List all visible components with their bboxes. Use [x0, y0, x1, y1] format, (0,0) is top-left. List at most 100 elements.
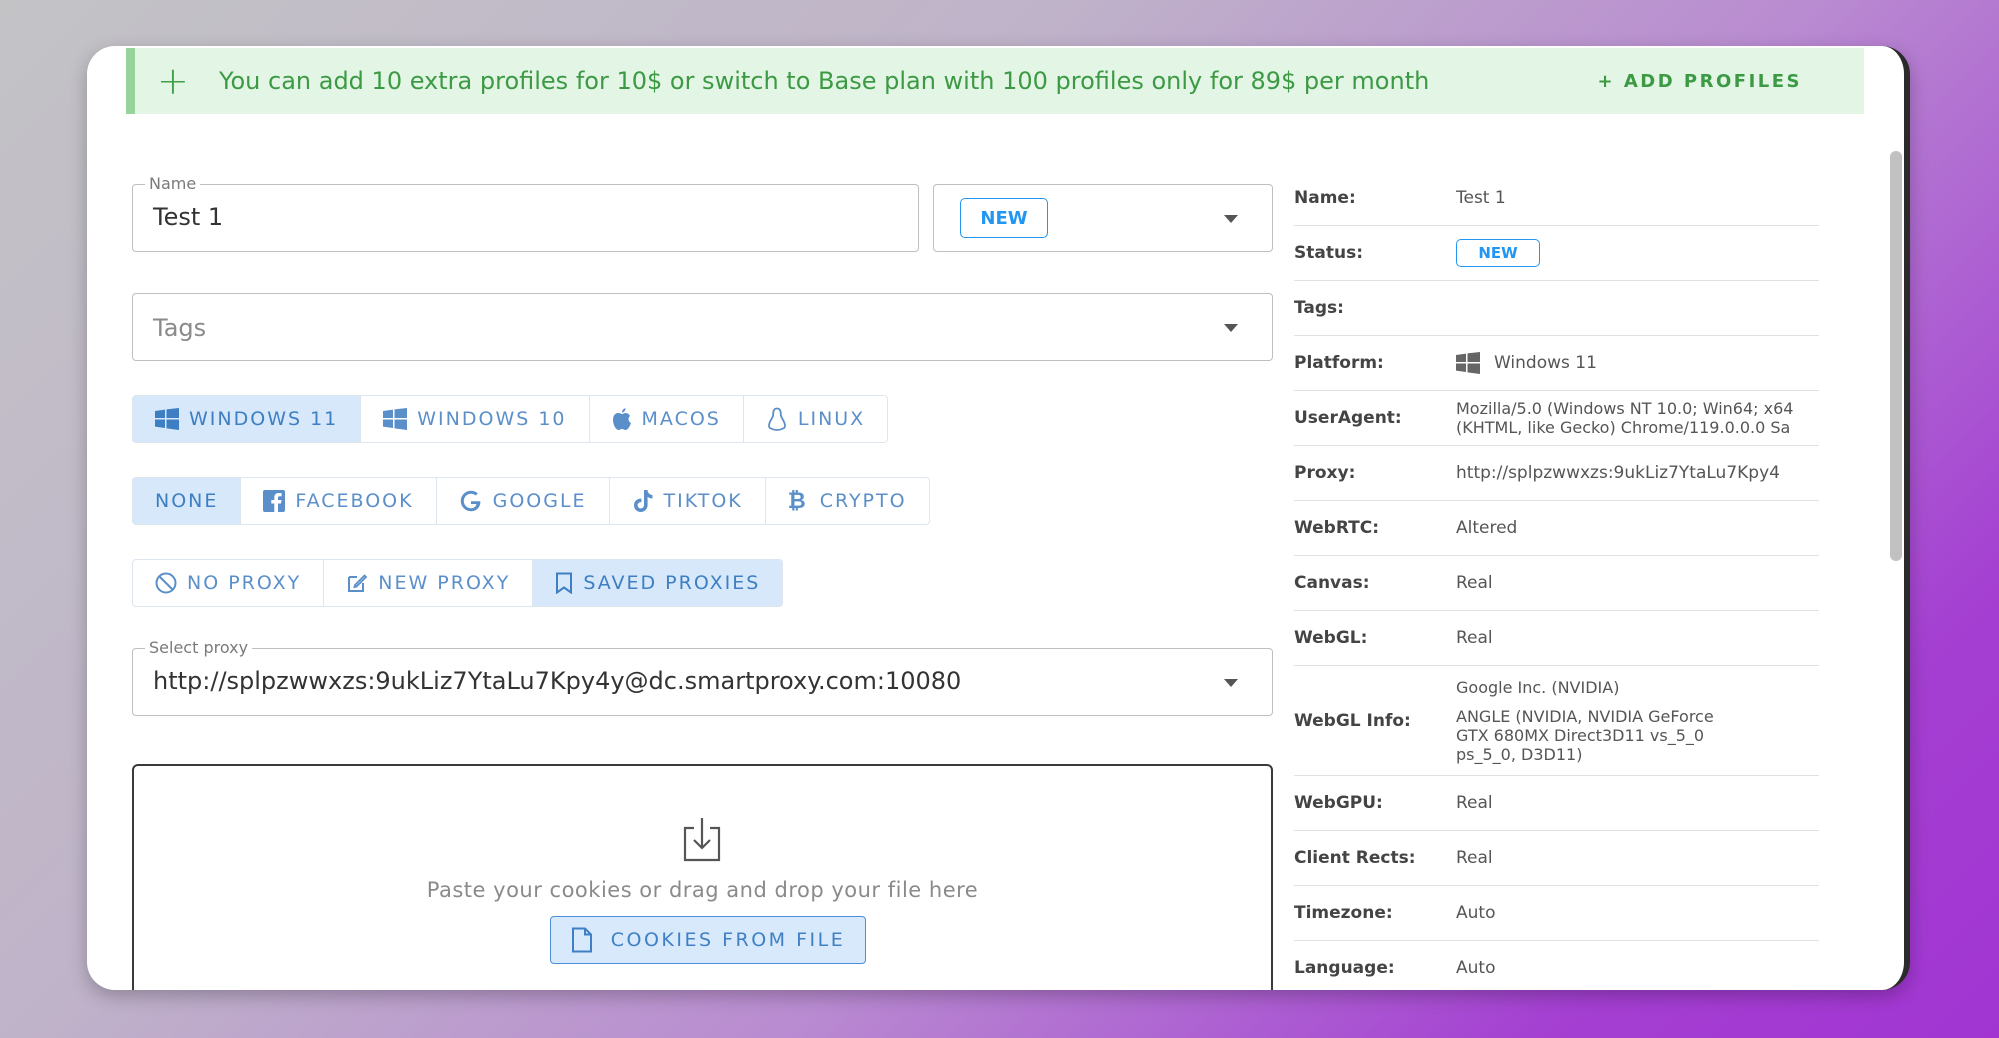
- os-option-label: LINUX: [797, 408, 866, 430]
- info-key: WebGL:: [1294, 628, 1368, 648]
- proxy-option-new[interactable]: NEW PROXY: [324, 560, 534, 606]
- info-row-proxy: Proxy: http://splpzwwxzs:9ukLiz7YtaLu7Kp…: [1294, 446, 1819, 501]
- facebook-icon: [263, 490, 286, 512]
- proxy-toggle-group: NO PROXY NEW PROXY SAVED PROXIES: [132, 559, 784, 607]
- no-entry-icon: [155, 572, 177, 594]
- google-icon: [460, 490, 480, 512]
- cookies-from-file-button[interactable]: COOKIES FROM FILE: [550, 916, 866, 964]
- info-value: Auto: [1456, 958, 1496, 978]
- os-option-macos[interactable]: MACOS: [590, 396, 744, 442]
- template-option-label: FACEBOOK: [295, 490, 414, 512]
- info-value: Google Inc. (NVIDIA): [1456, 677, 1620, 697]
- status-badge: NEW: [960, 198, 1048, 238]
- template-option-google[interactable]: GOOGLE: [437, 478, 610, 524]
- proxy-option-label: NEW PROXY: [378, 572, 511, 594]
- os-option-label: WINDOWS 10: [417, 408, 567, 430]
- status-select[interactable]: NEW: [933, 184, 1273, 252]
- os-option-label: WINDOWS 11: [189, 408, 339, 430]
- info-value: ps_5_0, D3D11): [1456, 744, 1583, 764]
- info-key: Canvas:: [1294, 573, 1370, 593]
- info-row-timezone: Timezone: Auto: [1294, 886, 1819, 941]
- os-option-windows10[interactable]: WINDOWS 10: [361, 396, 590, 442]
- info-row-language: Language: Auto: [1294, 941, 1819, 990]
- name-field-label: Name: [145, 174, 201, 193]
- template-option-label: TIKTOK: [663, 490, 743, 512]
- info-value: ANGLE (NVIDIA, NVIDIA GeForce: [1456, 706, 1714, 726]
- windows-icon: [1456, 352, 1480, 374]
- info-row-webgl: WebGL: Real: [1294, 611, 1819, 666]
- bitcoin-icon: ₿: [787, 489, 808, 514]
- cookies-hint: Paste your cookies or drag and drop your…: [426, 878, 979, 902]
- proxy-option-saved[interactable]: SAVED PROXIES: [533, 560, 783, 606]
- template-option-none[interactable]: NONE: [133, 478, 242, 524]
- info-key: Tags:: [1294, 298, 1344, 318]
- windows-icon: [155, 408, 179, 430]
- info-value: GTX 680MX Direct3D11 vs_5_0: [1456, 725, 1705, 745]
- chevron-down-icon[interactable]: [1224, 679, 1238, 687]
- select-proxy-value: http://splpzwwxzs:9ukLiz7YtaLu7Kpy4y@dc.…: [153, 667, 962, 695]
- file-icon: [571, 927, 592, 953]
- info-key: Language:: [1294, 958, 1395, 978]
- info-row-tags: Tags:: [1294, 281, 1819, 336]
- chevron-down-icon[interactable]: [1224, 215, 1238, 223]
- download-icon: [683, 818, 721, 862]
- info-value: Real: [1456, 573, 1493, 593]
- template-option-crypto[interactable]: ₿ CRYPTO: [766, 478, 929, 524]
- info-key: WebGL Info:: [1294, 710, 1411, 731]
- template-option-tiktok[interactable]: TIKTOK: [610, 478, 766, 524]
- linux-icon: [767, 407, 786, 431]
- info-key: UserAgent:: [1294, 408, 1402, 428]
- name-field[interactable]: Name Test 1: [132, 174, 919, 252]
- info-row-status: Status: NEW: [1294, 226, 1819, 281]
- apple-icon: [612, 407, 631, 430]
- info-key: Client Rects:: [1294, 848, 1416, 868]
- os-toggle-group: WINDOWS 11 WINDOWS 10 MACOS LINUX: [132, 395, 889, 443]
- proxy-option-label: SAVED PROXIES: [583, 572, 761, 594]
- info-key: WebRTC:: [1294, 518, 1380, 538]
- chevron-down-icon[interactable]: [1224, 324, 1238, 332]
- info-key: Status:: [1294, 243, 1363, 263]
- info-row-canvas: Canvas: Real: [1294, 556, 1819, 611]
- os-option-label: MACOS: [641, 408, 721, 430]
- info-row-useragent: UserAgent: Mozilla/5.0 (Windows NT 10.0;…: [1294, 391, 1819, 446]
- info-row-webrtc: WebRTC: Altered: [1294, 501, 1819, 556]
- info-value: Windows 11: [1494, 353, 1597, 373]
- plus-icon: +: [157, 59, 189, 103]
- tags-select[interactable]: Tags: [132, 293, 1273, 361]
- info-key: WebGPU:: [1294, 793, 1383, 813]
- profile-summary-panel: Name: Test 1 Status: NEW Tags: Platform:…: [1294, 171, 1819, 990]
- info-key: Name:: [1294, 188, 1356, 208]
- info-value: Altered: [1456, 518, 1518, 538]
- os-option-linux[interactable]: LINUX: [744, 396, 887, 442]
- proxy-option-label: NO PROXY: [187, 572, 302, 594]
- select-proxy-field[interactable]: Select proxy http://splpzwwxzs:9ukLiz7Yt…: [132, 638, 1273, 716]
- cookies-dropzone[interactable]: Paste your cookies or drag and drop your…: [132, 764, 1273, 990]
- name-input[interactable]: Test 1: [153, 203, 223, 231]
- info-value: Real: [1456, 848, 1493, 868]
- status-badge: NEW: [1456, 239, 1540, 267]
- info-row-client-rects: Client Rects: Real: [1294, 831, 1819, 886]
- info-key: Timezone:: [1294, 903, 1393, 923]
- proxy-option-none[interactable]: NO PROXY: [133, 560, 325, 606]
- os-option-windows11[interactable]: WINDOWS 11: [133, 396, 362, 442]
- tiktok-icon: [633, 490, 653, 512]
- template-toggle-group: NONE FACEBOOK GOOGLE TIKTOK ₿ CRYPTO: [132, 477, 930, 525]
- info-key: Platform:: [1294, 353, 1384, 373]
- info-key: Proxy:: [1294, 463, 1356, 483]
- banner-message: You can add 10 extra profiles for 10$ or…: [219, 67, 1430, 95]
- info-value: Mozilla/5.0 (Windows NT 10.0; Win64; x64: [1456, 399, 1794, 418]
- info-row-webgl-info: WebGL Info: Google Inc. (NVIDIA) ANGLE (…: [1294, 666, 1819, 776]
- info-row-webgpu: WebGPU: Real: [1294, 776, 1819, 831]
- cookies-button-label: COOKIES FROM FILE: [610, 929, 846, 951]
- upgrade-banner: + You can add 10 extra profiles for 10$ …: [126, 48, 1864, 114]
- add-profiles-button[interactable]: + ADD PROFILES: [1597, 71, 1802, 92]
- info-value: Real: [1456, 628, 1493, 648]
- edit-icon: [348, 574, 368, 592]
- select-proxy-label: Select proxy: [145, 638, 253, 657]
- info-value: Auto: [1456, 903, 1496, 923]
- windows-icon: [383, 408, 408, 430]
- bookmark-icon: [556, 572, 573, 594]
- template-option-label: CRYPTO: [819, 490, 907, 512]
- template-option-facebook[interactable]: FACEBOOK: [241, 478, 437, 524]
- scrollbar[interactable]: [1890, 151, 1902, 561]
